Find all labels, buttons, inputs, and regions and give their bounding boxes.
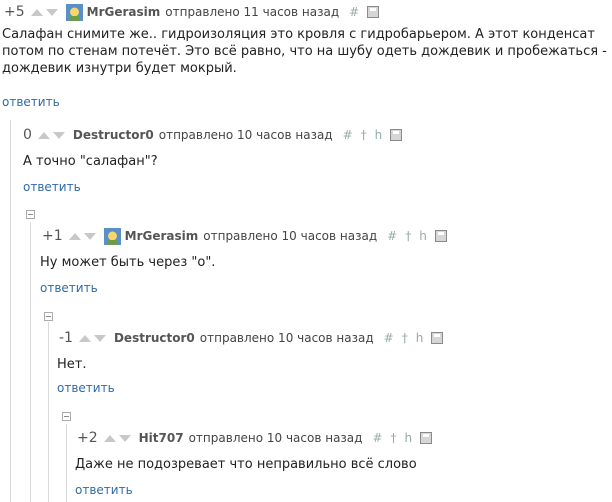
comment: 0 Destructor0 отправлено 10 часов назад … <box>23 125 603 195</box>
downvote-icon[interactable] <box>52 131 65 139</box>
reply-link[interactable]: ответить <box>40 281 98 295</box>
upvote-icon[interactable] <box>68 232 81 240</box>
tree-icon[interactable]: h <box>375 128 383 142</box>
upvote-icon[interactable] <box>103 434 116 442</box>
comment-timestamp: отправлено 10 часов назад <box>158 128 333 142</box>
collapse-toggle[interactable] <box>62 412 71 421</box>
comment-author[interactable]: MrGerasim <box>87 5 161 19</box>
collapse-toggle[interactable] <box>26 210 35 219</box>
pin-icon[interactable]: † <box>391 431 397 445</box>
comment-rating: +2 <box>77 430 98 446</box>
save-icon[interactable] <box>431 332 444 344</box>
comment: -1 Destructor0 отправлено 10 часов назад… <box>57 328 604 398</box>
save-icon[interactable] <box>367 6 380 18</box>
comment-author[interactable]: Destructor0 <box>73 128 154 142</box>
pin-icon[interactable]: † <box>361 128 367 142</box>
save-icon[interactable] <box>390 129 403 141</box>
tree-icon[interactable]: h <box>416 331 424 345</box>
save-icon[interactable] <box>434 230 447 242</box>
pin-icon[interactable]: † <box>402 331 408 345</box>
comment-text: А точно "салафан"? <box>23 154 158 169</box>
comment-author[interactable]: Hit707 <box>139 431 184 445</box>
downvote-icon[interactable] <box>93 334 106 342</box>
pin-icon[interactable]: † <box>405 229 411 243</box>
thread-line <box>48 322 49 502</box>
comment-timestamp: отправлено 10 часов назад <box>203 229 378 243</box>
comment-rating: +1 <box>42 228 63 244</box>
comment-rating: 0 <box>23 127 32 143</box>
comment-header: +2 Hit707 отправлено 10 часов назад # † … <box>77 428 433 448</box>
upvote-icon[interactable] <box>78 334 91 342</box>
permalink-icon[interactable]: # <box>387 229 397 243</box>
downvote-icon[interactable] <box>118 434 131 442</box>
upvote-icon[interactable] <box>37 131 50 139</box>
reply-link[interactable]: ответить <box>23 180 81 194</box>
permalink-icon[interactable]: # <box>384 331 394 345</box>
collapse-toggle[interactable] <box>44 312 53 321</box>
comment-header: +5 MrGerasim отправлено 11 часов назад # <box>4 2 380 22</box>
reply-link[interactable]: ответить <box>2 95 60 109</box>
comment-author[interactable]: MrGerasim <box>125 229 199 243</box>
comment: +1 MrGerasim отправлено 10 часов назад #… <box>40 226 602 296</box>
comment: +5 MrGerasim отправлено 11 часов назад #… <box>2 2 608 114</box>
thread-line <box>30 222 31 502</box>
comment-timestamp: отправлено 11 часов назад <box>165 5 340 19</box>
permalink-icon[interactable]: # <box>372 431 382 445</box>
save-icon[interactable] <box>420 432 433 444</box>
comment-text: Салафан снимите же.. гидроизоляция это к… <box>2 27 607 76</box>
thread-line <box>66 424 67 502</box>
comment-text: Даже не подозревает что неправильно всё … <box>75 457 417 472</box>
tree-icon[interactable]: h <box>405 431 413 445</box>
comment-rating: -1 <box>59 330 73 346</box>
downvote-icon[interactable] <box>45 8 58 16</box>
comment-author[interactable]: Destructor0 <box>114 331 195 345</box>
reply-link[interactable]: ответить <box>57 381 115 395</box>
reply-link[interactable]: ответить <box>75 483 133 497</box>
permalink-icon[interactable]: # <box>349 5 359 19</box>
permalink-icon[interactable]: # <box>343 128 353 142</box>
tree-icon[interactable]: h <box>419 229 427 243</box>
avatar[interactable] <box>103 227 121 245</box>
comment-text: Ну может быть через "о". <box>40 255 216 270</box>
thread-line <box>10 120 11 502</box>
comment-text: Нет. <box>57 357 87 372</box>
comment-timestamp: отправлено 10 часов назад <box>199 331 374 345</box>
comment-header: -1 Destructor0 отправлено 10 часов назад… <box>59 328 444 348</box>
avatar[interactable] <box>65 3 83 21</box>
downvote-icon[interactable] <box>83 232 96 240</box>
comment-header: 0 Destructor0 отправлено 10 часов назад … <box>23 125 403 145</box>
comment-header: +1 MrGerasim отправлено 10 часов назад #… <box>42 226 447 246</box>
comment: +2 Hit707 отправлено 10 часов назад # † … <box>75 428 607 502</box>
comment-timestamp: отправлено 10 часов назад <box>188 431 363 445</box>
upvote-icon[interactable] <box>30 8 43 16</box>
comment-rating: +5 <box>4 4 25 20</box>
